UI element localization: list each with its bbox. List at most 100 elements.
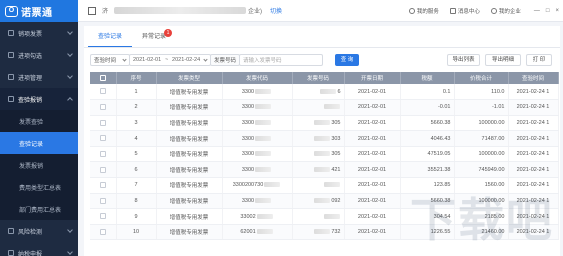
col-header-date[interactable]: 开票日期 (344, 72, 401, 84)
cell-type: 增值税专用发票 (156, 161, 223, 179)
export-list-button[interactable]: 导出列表 (447, 54, 480, 66)
redacted-value (314, 198, 331, 203)
my-enterprise-label: 我的企业 (498, 9, 521, 15)
sidebar-group[interactable]: 纳税申报 (0, 242, 78, 256)
col-header-tax[interactable]: 税额 (400, 72, 455, 84)
table-row[interactable]: 4 增值税专用发票 3300 303 2021-02-01 4046.43 71487.00… (90, 130, 559, 147)
message-center-button[interactable]: 消息中心 (449, 7, 480, 15)
cell-tax-text: -0.01 (437, 104, 451, 111)
cell-no: 10 (116, 224, 157, 241)
row-checkbox[interactable] (99, 104, 106, 111)
col-header-number[interactable]: 发票号码 (292, 72, 345, 84)
table-row[interactable]: 2 增值税专用发票 3300 2021-02-01 -0.01 -1.01 2021-02-… (90, 99, 559, 116)
row-checkbox[interactable] (99, 213, 106, 220)
print-button[interactable]: 打 印 (526, 54, 552, 66)
row-checkbox[interactable] (99, 150, 106, 157)
cell-code: 3300 (222, 193, 293, 210)
switch-company-link[interactable]: 切换 (270, 6, 282, 15)
chevron-icon (67, 97, 73, 103)
row-checkbox[interactable] (99, 228, 106, 235)
sidebar-group[interactable]: 进项勾选 (0, 44, 78, 66)
cell-no: 7 (116, 177, 157, 194)
cell-type-text: 增值税专用发票 (169, 152, 209, 159)
cell-select (90, 84, 117, 101)
maximize-button[interactable]: □ (546, 8, 550, 14)
sidebar-group[interactable]: 进项管理 (0, 66, 78, 88)
date-type-value: 查验时间 (94, 58, 117, 64)
sidebar-group[interactable]: 查验报销 (0, 88, 78, 110)
col-header-no[interactable]: 序号 (116, 72, 157, 84)
cell-date-text: 2021-02-01 (357, 135, 387, 142)
my-service-label: 我的服务 (416, 9, 439, 15)
tab-check-records-label: 查验记录 (97, 34, 122, 40)
cell-code-text: 3300 (241, 119, 255, 126)
menu-group-icon (8, 74, 14, 80)
cell-date: 2021-02-01 (344, 99, 401, 116)
row-checkbox[interactable] (99, 197, 106, 204)
sidebar-item[interactable]: 发票报销 (0, 154, 78, 176)
sidebar-group[interactable]: 风险检测 (0, 220, 78, 242)
cell-date-text: 2021-02-01 (357, 151, 387, 158)
cell-number: 732 (292, 224, 345, 241)
cell-code: 3300200730 (222, 177, 293, 194)
redacted-value (314, 166, 331, 172)
cell-date-text: 2021-02-01 (357, 229, 387, 236)
row-checkbox[interactable] (99, 166, 106, 173)
cell-tax-text: 35521.38 (427, 166, 451, 173)
cell-check-time: 2021-02-24 1 (508, 84, 559, 101)
row-checkbox[interactable] (99, 88, 106, 95)
cell-date-text: 2021-02-01 (357, 166, 387, 173)
menu-group-icon (8, 250, 14, 256)
table-row[interactable]: 5 增值税专用发票 3300 305 2021-02-01 47519.05 100000.… (90, 146, 559, 163)
sidebar-item[interactable]: 部门费用汇总表 (0, 198, 78, 220)
cell-type-text: 增值税专用发票 (169, 136, 209, 143)
menu-group-icon (8, 228, 14, 234)
select-all-checkbox[interactable] (90, 72, 117, 84)
redacted-value (314, 135, 331, 141)
sidebar-item[interactable]: 查验记录 (0, 132, 78, 154)
close-button[interactable]: × (555, 8, 559, 14)
table-row[interactable]: 3 增值税专用发票 3300 305 2021-02-01 5660.38 100000.0… (90, 115, 559, 132)
row-checkbox[interactable] (99, 119, 106, 126)
sidebar-group[interactable]: 销项发票 (0, 22, 78, 44)
cell-check-time-text: 2021-02-24 1 (516, 88, 550, 95)
cell-select (90, 193, 117, 210)
col-header-check-time[interactable]: 查验时间 (508, 72, 559, 84)
table-row[interactable]: 6 增值税专用发票 3300 421 2021-02-01 35521.38 745949.… (90, 161, 559, 179)
chevron-icon (67, 73, 73, 79)
cell-no: 6 (116, 161, 157, 179)
cell-check-time-text: 2021-02-24 1 (516, 135, 550, 142)
watermark: 下载吧 (410, 193, 554, 247)
invoice-number-label: 发票号码 (210, 54, 240, 66)
cell-check-time: 2021-02-24 1 (508, 115, 559, 132)
col-header-code[interactable]: 发票代码 (222, 72, 293, 84)
cell-tax-text: 4046.43 (430, 135, 451, 142)
col-header-total[interactable]: 价税合计 (454, 72, 509, 84)
row-checkbox[interactable] (99, 135, 106, 142)
cell-date-text: 2021-02-01 (357, 104, 387, 111)
chevron-icon (67, 249, 73, 255)
export-detail-button[interactable]: 导出明细 (485, 54, 521, 66)
minimize-button[interactable]: — (534, 8, 540, 14)
cell-date: 2021-02-01 (344, 161, 401, 179)
tab-check-records[interactable]: 查验记录 (88, 27, 132, 47)
cell-number-text: 305 (331, 151, 341, 158)
date-type-select[interactable]: 查验时间 (90, 54, 130, 66)
my-service-button[interactable]: 我的服务 (408, 7, 439, 15)
tab-bar: 查验记录 异常记录 1 (84, 26, 560, 48)
date-range-picker[interactable]: 2021-02-01 ~ 2021-02-24 (129, 54, 211, 66)
redacted-value (255, 104, 272, 110)
cell-total: 100000.00 (454, 115, 509, 132)
invoice-number-input[interactable]: 请输入发票号码 (239, 54, 323, 66)
col-header-type[interactable]: 发票类型 (156, 72, 223, 84)
cell-code-text: 3300 (241, 166, 255, 173)
sidebar-item[interactable]: 费用类型汇总表 (0, 176, 78, 198)
my-enterprise-button[interactable]: 我的企业 (490, 7, 521, 15)
cell-type: 增值税专用发票 (156, 99, 223, 116)
tab-exception-records[interactable]: 异常记录 1 (132, 27, 176, 47)
cell-select (90, 161, 117, 179)
row-checkbox[interactable] (99, 182, 106, 189)
table-row[interactable]: 1 增值税专用发票 3300 6 2021-02-01 0.1 110.0 2021-02-2… (90, 84, 559, 101)
sidebar-item[interactable]: 发票查验 (0, 110, 78, 132)
query-button[interactable]: 查 询 (335, 54, 359, 66)
